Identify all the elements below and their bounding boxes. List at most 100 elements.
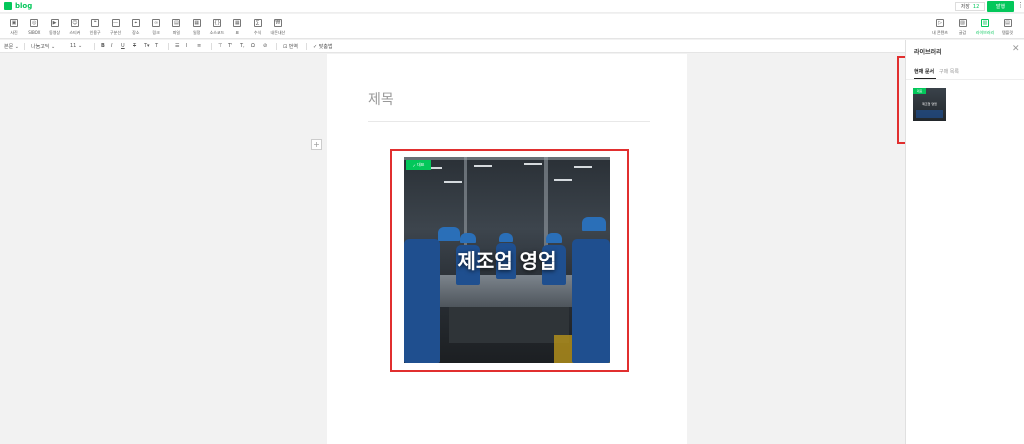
my-content-icon: ▷ <box>936 19 944 27</box>
toolbar-table-button[interactable]: ▦ 표 <box>227 17 247 37</box>
superscript-icon[interactable]: T' <box>228 43 232 49</box>
toolbar-label: 동영상 <box>49 30 61 35</box>
text-background-icon[interactable]: T <box>155 43 158 49</box>
calendar-icon: ▦ <box>192 19 201 27</box>
title-underline <box>368 121 650 122</box>
toolbar-location-button[interactable]: ⌖ 장소 <box>126 17 146 37</box>
blog-logo-icon <box>4 2 12 10</box>
table-icon: ▦ <box>233 19 242 27</box>
spellcheck-button[interactable]: ✓ 맞춤법 <box>313 43 333 50</box>
material-icon: ▨ <box>958 19 967 27</box>
paragraph-style-select[interactable]: 본문 ⌄ <box>4 43 19 50</box>
file-icon: ▤ <box>172 19 181 27</box>
toolbar-divider-button[interactable]: — 구분선 <box>106 17 126 37</box>
letter-spacing-icon[interactable]: ⊤ <box>218 43 222 49</box>
font-family-select[interactable]: 나눔고딕 ⌄ <box>31 43 55 50</box>
tab-purchase-list[interactable]: 구매 목록 <box>939 68 959 75</box>
list-icon[interactable]: ≡ <box>197 43 201 49</box>
video-icon: ▶ <box>50 19 59 27</box>
thumbnail-worker <box>916 110 943 118</box>
title-placeholder[interactable]: 제목 <box>368 89 394 109</box>
format-divider <box>211 43 212 50</box>
sibox-icon: ◎ <box>30 19 39 27</box>
save-label: 저장 <box>960 4 970 10</box>
close-icon[interactable]: ✕ <box>1012 44 1020 54</box>
toolbar-link-button[interactable]: ∞ 링크 <box>146 17 166 37</box>
panel-divider <box>906 79 1024 80</box>
toolbar-label: 템플릿 <box>1001 30 1014 35</box>
purchase-icon: ₩ <box>273 19 282 27</box>
toolbar-file-button[interactable]: ▤ 파일 <box>166 17 186 37</box>
toolbar-video-button[interactable]: ▶ 동영상 <box>45 17 65 37</box>
hardhat <box>499 233 513 242</box>
toolbar-template-button[interactable]: ▤ 템플릿 <box>998 17 1018 37</box>
toolbar-my-content-button[interactable]: ▷ 내 콘텐츠 <box>930 17 950 37</box>
save-button[interactable]: 저장 12 <box>955 2 985 11</box>
text-color-icon[interactable]: T▾ <box>144 43 150 49</box>
toolbar-library-button[interactable]: ▥ 라이브러리 <box>975 17 995 37</box>
toolbar-sibox-button[interactable]: ◎ SIBOX <box>24 17 44 37</box>
toolbar-photo-button[interactable]: ▣ 사진 <box>4 17 24 37</box>
line-height-icon[interactable]: Ι <box>186 43 187 49</box>
strikethrough-icon[interactable]: T <box>133 43 136 49</box>
representative-image[interactable]: ✓ 대표 제조업 영업 <box>404 157 610 363</box>
quote-icon: ❝ <box>91 19 100 27</box>
subscript-icon[interactable]: T, <box>240 43 245 49</box>
toolbar-quote-button[interactable]: ❝ 인용구 <box>85 17 105 37</box>
representative-badge-label: 대표 <box>416 162 425 167</box>
format-divider <box>276 43 277 50</box>
toolbar-label: 스티커 <box>69 30 81 35</box>
publish-button[interactable]: 발행 <box>987 1 1014 12</box>
toolbar-code-button[interactable]: {} 소스코드 <box>207 17 227 37</box>
toolbar-calendar-button[interactable]: ▦ 일정 <box>187 17 207 37</box>
link-format-icon[interactable]: ⊘ <box>263 43 267 49</box>
ceiling-beam <box>404 157 610 160</box>
toolbar-label: 표 <box>235 30 240 35</box>
library-thumbnail[interactable]: 대표 제조업 영업 <box>913 88 946 121</box>
format-bar: 본문 ⌄ 나눔고딕 ⌄ 11 ⌄ B I U T T▾ T ☰ Ι ≡ ⊤ T'… <box>0 40 1024 53</box>
ceiling-light <box>474 165 492 167</box>
toolbar-label: 인용구 <box>89 30 101 35</box>
formula-icon: ∑ <box>253 19 262 27</box>
toolbar-label: 장소 <box>132 30 140 35</box>
toolbar-label: SIBOX <box>28 30 41 35</box>
code-icon: {} <box>213 19 221 27</box>
toolbar-label: 글감 <box>958 30 967 35</box>
hardhat <box>546 233 562 243</box>
representative-badge: ✓ 대표 <box>406 160 431 170</box>
thumbnail-caption: 제조업 영업 <box>922 102 937 106</box>
check-icon: ✓ <box>412 162 416 168</box>
italic-icon[interactable]: I <box>111 43 112 49</box>
underline-icon[interactable]: U <box>121 43 125 49</box>
toolbar-label: 사진 <box>10 30 18 35</box>
special-char-icon[interactable]: Ω <box>251 43 255 49</box>
toolbar-label: 수식 <box>253 30 262 35</box>
format-divider <box>306 43 307 50</box>
template-icon: ▤ <box>1003 19 1012 27</box>
toolbar-label: 라이브러리 <box>975 30 995 35</box>
translate-button[interactable]: ⊡ 번역 <box>283 43 298 50</box>
toolbar-formula-button[interactable]: ∑ 수식 <box>248 17 268 37</box>
thumbnail-badge: 대표 <box>913 88 926 94</box>
toolbar-label: 일정 <box>193 30 201 35</box>
ceiling-light <box>574 166 592 168</box>
toolbar-purchase-button[interactable]: ₩ 내돈내산 <box>268 17 288 37</box>
link-icon: ∞ <box>152 19 161 27</box>
toolbar-sticker-button[interactable]: ☺ 스티커 <box>65 17 85 37</box>
align-left-icon[interactable]: ☰ <box>175 43 179 49</box>
ceiling-light <box>554 179 572 181</box>
sticker-icon: ☺ <box>70 19 79 27</box>
toolbar-material-button[interactable]: ▨ 글감 <box>953 17 973 37</box>
format-divider <box>168 43 169 50</box>
insert-toolbar: ▣ 사진 ◎ SIBOX ▶ 동영상 ☺ 스티커 ❝ 인용구 — 구분선 ⌖ 장소 ∞ 링크 ▤ 파일 ▦ 일정 {} 소… <box>0 14 1024 39</box>
font-size-select[interactable]: 11 ⌄ <box>70 43 82 49</box>
blog-logo[interactable]: blog <box>4 2 32 10</box>
toolbar-label: 파일 <box>172 30 181 35</box>
add-block-button[interactable]: + <box>311 139 322 150</box>
more-vertical-icon[interactable]: ⋮ <box>1017 1 1024 9</box>
location-icon: ⌖ <box>131 19 140 27</box>
library-icon: ▥ <box>981 19 989 27</box>
tab-current-document[interactable]: 현재 문서 <box>914 68 934 75</box>
bold-icon[interactable]: B <box>101 43 105 49</box>
toolbar-label: 내돈내산 <box>270 30 286 35</box>
